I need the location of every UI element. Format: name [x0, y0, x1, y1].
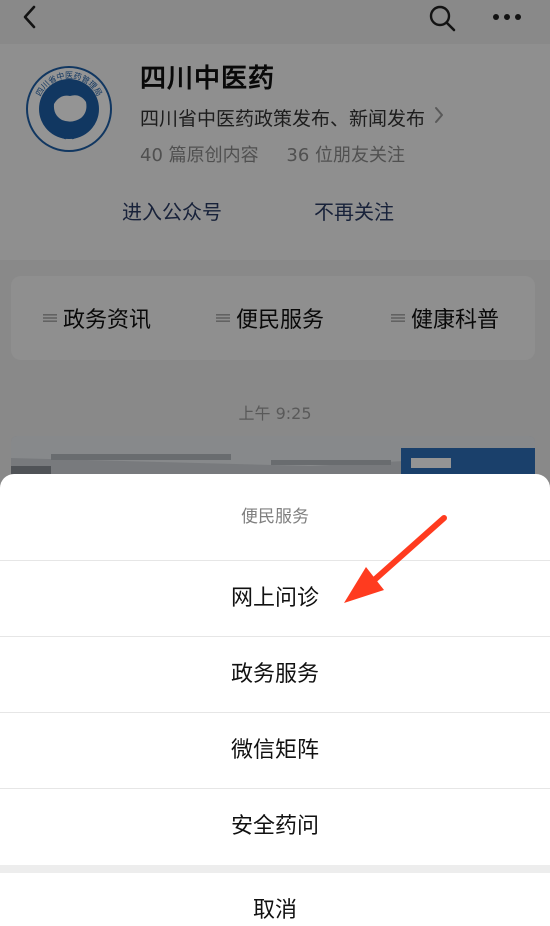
action-sheet-title: 便民服务: [241, 507, 309, 527]
option-online-consultation[interactable]: 网上问诊: [0, 560, 550, 636]
option-drug-safety[interactable]: 安全药问: [0, 788, 550, 864]
sheet-divider: [0, 865, 550, 873]
action-sheet: 便民服务 网上问诊 政务服务 微信矩阵 安全药问 取消: [0, 474, 550, 926]
cancel-button[interactable]: 取消: [0, 873, 550, 926]
option-government-services[interactable]: 政务服务: [0, 636, 550, 712]
option-wechat-matrix[interactable]: 微信矩阵: [0, 712, 550, 788]
